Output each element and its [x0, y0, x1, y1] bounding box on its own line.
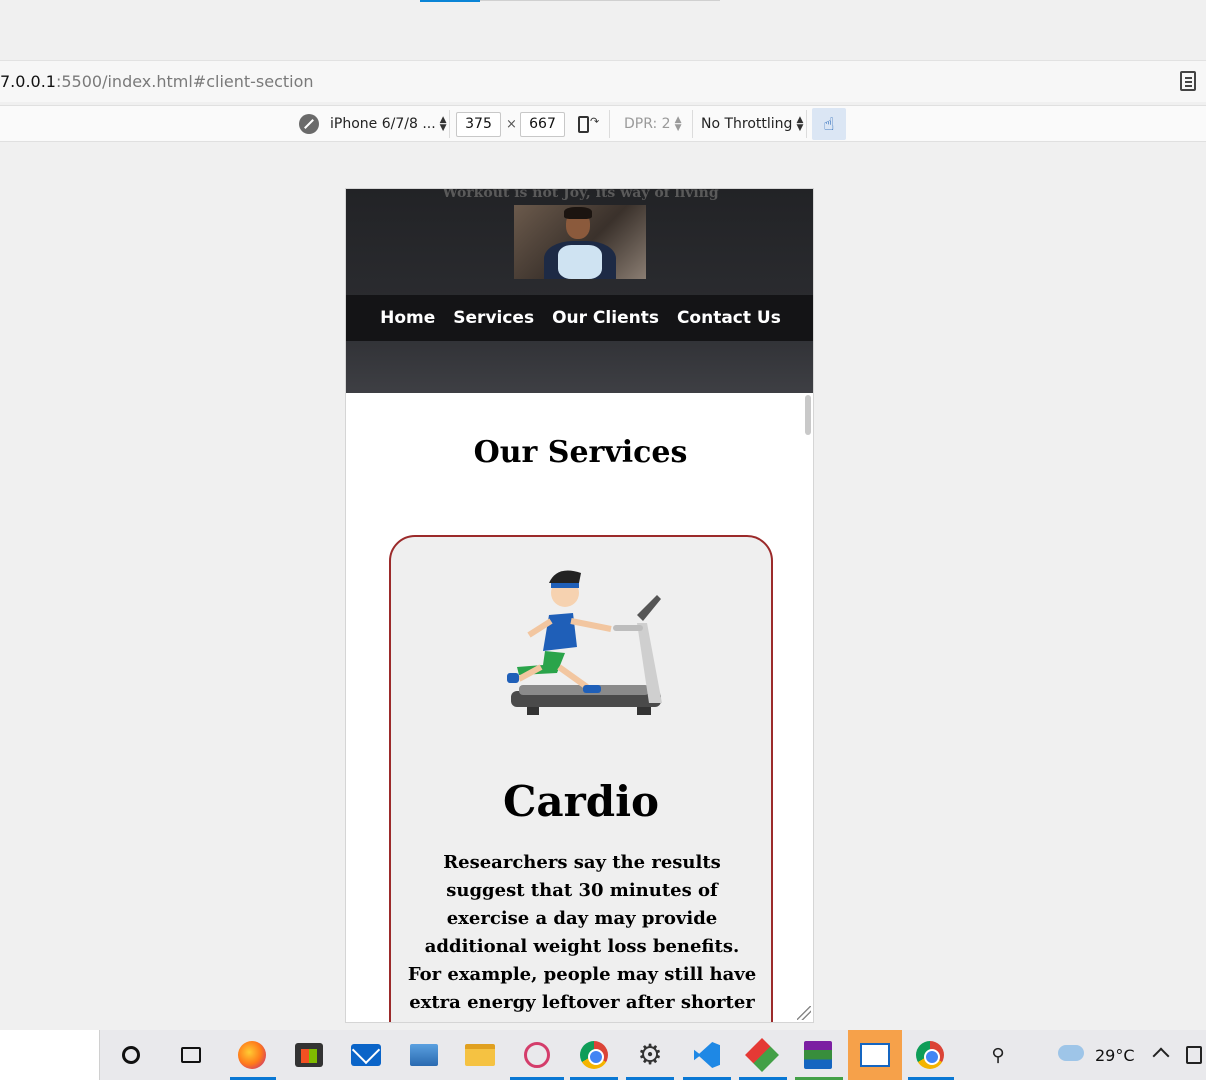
cortana-icon[interactable]: [115, 1039, 147, 1071]
page-scrollbar[interactable]: [805, 395, 811, 435]
taskbar-search-box[interactable]: [0, 1030, 100, 1080]
card-title: Cardio: [502, 777, 660, 826]
weather-temperature[interactable]: 29°C: [1095, 1046, 1135, 1065]
active-tab-indicator[interactable]: [420, 0, 480, 2]
toolbar-separator: [692, 110, 693, 138]
store-icon[interactable]: [293, 1039, 325, 1071]
nav-our-clients[interactable]: Our Clients: [552, 308, 659, 328]
dpr-arrows-icon: ▲ ▼: [674, 115, 682, 133]
hero-header: Workout is not Joy, its way of living Ho…: [346, 188, 813, 393]
throttling-selector[interactable]: No Throttling ▲ ▼: [701, 106, 803, 142]
dpr-label: DPR: 2: [624, 116, 671, 132]
this-pc-icon[interactable]: [408, 1039, 440, 1071]
nav-contact-us[interactable]: Contact Us: [677, 308, 781, 328]
address-bar[interactable]: 7.0.0.1:5500/index.html#client-section: [0, 60, 1206, 102]
hero-tagline: Workout is not Joy, its way of living: [442, 188, 719, 201]
viewport-height-input[interactable]: 667: [520, 112, 565, 137]
snipping-tool-icon[interactable]: [521, 1039, 553, 1071]
weather-cloud-icon[interactable]: [1058, 1045, 1084, 1061]
rotate-viewport-icon[interactable]: [578, 115, 599, 133]
dimension-times: ×: [506, 116, 517, 132]
responsive-design-toolbar: iPhone 6/7/8 ... ▲▼ 375 × 667 DPR: 2 ▲▼ …: [0, 105, 1206, 142]
user-agent-icon[interactable]: [299, 114, 319, 134]
firefox-icon[interactable]: [236, 1039, 268, 1071]
device-viewport[interactable]: Workout is not Joy, its way of living Ho…: [345, 188, 814, 1023]
taskbar: ⚙ ⚲ 29°C: [0, 1030, 1206, 1080]
settings-icon[interactable]: ⚙: [634, 1039, 666, 1071]
url-host: 7.0.0.1: [0, 72, 56, 91]
main-nav: Home Services Our Clients Contact Us: [346, 295, 813, 341]
profile-photo: [514, 205, 646, 279]
services-title: Our Services: [473, 435, 688, 470]
nav-home[interactable]: Home: [380, 308, 435, 328]
device-selector[interactable]: iPhone 6/7/8 ... ▲ ▼: [330, 106, 447, 142]
chrome-icon[interactable]: [914, 1039, 946, 1071]
device-selector-label: iPhone 6/7/8 ...: [330, 116, 436, 132]
profile-photo-shirt: [544, 241, 616, 279]
service-card-cardio: Cardio Researchers say the results sugge…: [389, 535, 773, 1022]
nav-services[interactable]: Services: [453, 308, 534, 328]
file-explorer-icon[interactable]: [464, 1039, 496, 1071]
toolbar-separator: [449, 110, 450, 138]
profile-photo-hair: [564, 207, 592, 219]
vscode-icon[interactable]: [691, 1039, 723, 1071]
treadmill-runner-illustration: [507, 570, 662, 715]
remote-desktop-icon[interactable]: [848, 1030, 902, 1080]
git-icon[interactable]: [745, 1038, 779, 1072]
people-icon[interactable]: ⚲: [982, 1039, 1014, 1071]
task-view-icon[interactable]: [175, 1039, 207, 1071]
viewport-width-input[interactable]: 375: [456, 112, 501, 137]
device-selector-arrows-icon: ▲ ▼: [439, 115, 447, 133]
action-center-icon[interactable]: [1186, 1046, 1202, 1064]
throttling-arrows-icon: ▲ ▼: [796, 115, 804, 133]
mail-icon[interactable]: [350, 1039, 382, 1071]
url-field[interactable]: 7.0.0.1:5500/index.html#client-section: [0, 72, 314, 91]
url-path: :5500/index.html#client-section: [55, 72, 314, 91]
toolbar-separator: [806, 110, 807, 138]
chevron-up-icon[interactable]: [1152, 1047, 1170, 1065]
dpr-selector[interactable]: DPR: 2 ▲ ▼: [624, 106, 682, 142]
chrome-icon[interactable]: [578, 1039, 610, 1071]
tab-strip: [0, 0, 1206, 55]
reader-view-icon[interactable]: [1180, 71, 1196, 91]
toolbar-separator: [609, 110, 610, 138]
card-description: Researchers say the results suggest that…: [407, 852, 757, 1022]
winrar-icon[interactable]: [802, 1039, 834, 1071]
tab-divider: [480, 0, 720, 1]
touch-simulation-icon[interactable]: ☝: [812, 108, 846, 140]
viewport-resize-handle[interactable]: [797, 1006, 811, 1020]
throttling-label: No Throttling: [701, 116, 793, 132]
